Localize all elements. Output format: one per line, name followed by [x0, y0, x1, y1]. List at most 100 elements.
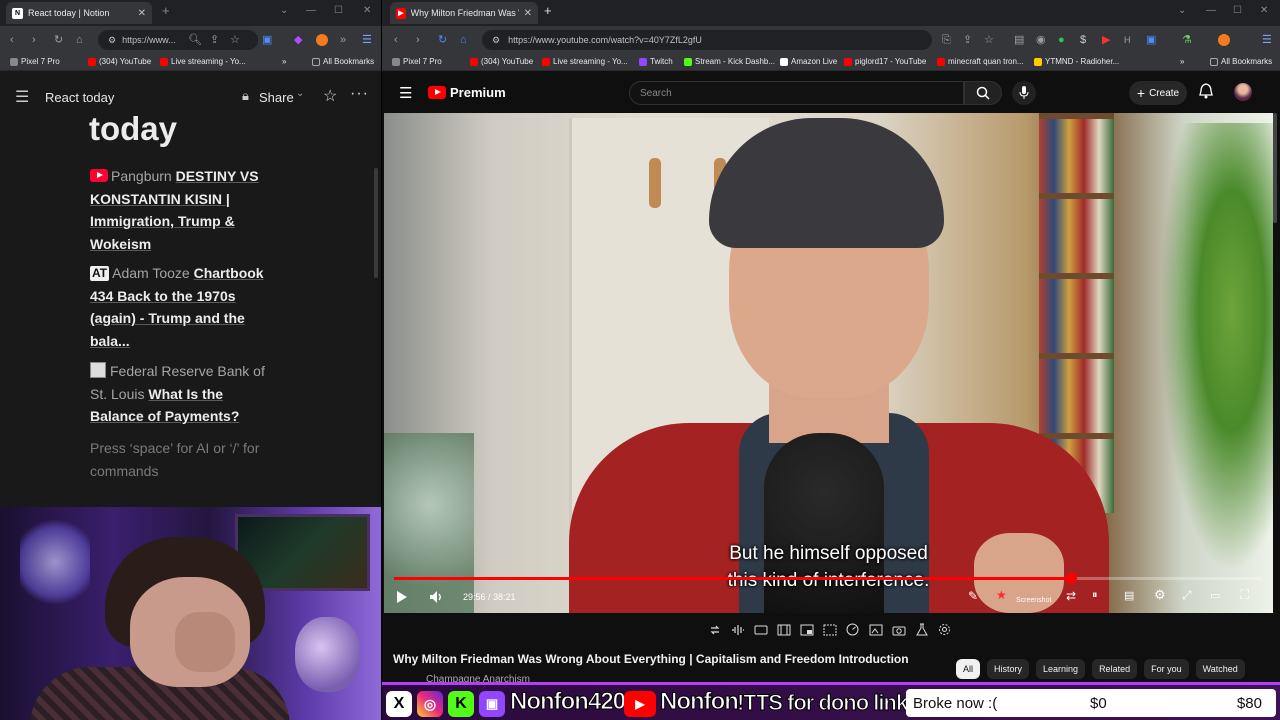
- close-window-icon[interactable]: ✕: [363, 5, 371, 16]
- extension-icon[interactable]: ▤: [1014, 33, 1024, 47]
- chip-related[interactable]: Related: [1092, 659, 1138, 679]
- miniplayer-icon[interactable]: ⤢: [1182, 588, 1192, 603]
- scrubber-handle[interactable]: [1066, 573, 1077, 584]
- chip-learning[interactable]: Learning: [1036, 659, 1086, 679]
- bookmark-youtube[interactable]: (304) YouTube: [88, 57, 151, 66]
- bookmark-live[interactable]: Live streaming - Yo...: [160, 57, 246, 66]
- bookmark-ytmnd[interactable]: YTMND - Radioher...: [1034, 57, 1119, 66]
- address-bar[interactable]: ⚙ https://www.youtube.com/watch?v=40Y7Zf…: [482, 30, 932, 50]
- maximize-icon[interactable]: ☐: [1233, 5, 1242, 16]
- bookmark-youtube[interactable]: (304) YouTube: [470, 57, 533, 66]
- extension-h-icon[interactable]: H: [1124, 33, 1131, 47]
- minimize-icon[interactable]: —: [306, 5, 316, 16]
- site-info-icon[interactable]: ⚙: [492, 35, 500, 46]
- grid-icon[interactable]: [821, 622, 838, 637]
- scrollbar[interactable]: [374, 168, 378, 278]
- film-icon[interactable]: [775, 622, 792, 637]
- close-tab-icon[interactable]: ✕: [138, 8, 146, 19]
- extension-settings-gear-icon[interactable]: [936, 622, 953, 637]
- forward-icon[interactable]: ›: [32, 33, 36, 47]
- audio-wave-icon[interactable]: [729, 622, 746, 637]
- extension-icon-2[interactable]: ◆: [294, 33, 302, 47]
- bookmark-twitch[interactable]: Twitch: [639, 57, 673, 66]
- back-icon[interactable]: ‹: [394, 33, 398, 47]
- extension-dollar-icon[interactable]: $: [1080, 33, 1086, 47]
- youtube-logo[interactable]: Premium: [428, 85, 506, 100]
- new-tab-icon[interactable]: +: [162, 3, 170, 18]
- home-icon[interactable]: ⌂: [460, 33, 467, 47]
- chip-for-you[interactable]: For you: [1144, 659, 1189, 679]
- extension-globe-icon[interactable]: ◉: [1036, 33, 1046, 47]
- scrollbar[interactable]: [1273, 113, 1277, 223]
- profile-avatar[interactable]: [316, 34, 328, 46]
- search-button[interactable]: [964, 81, 1002, 105]
- bookmarks-overflow-icon[interactable]: »: [282, 57, 286, 66]
- flask-icon[interactable]: [913, 622, 930, 637]
- share-page-icon[interactable]: ⇪: [963, 33, 972, 47]
- list-item[interactable]: AT Adam Tooze Chartbook 434 Back to the 1…: [90, 262, 280, 353]
- minimize-icon[interactable]: —: [1206, 5, 1216, 16]
- extension-grammar-icon[interactable]: ●: [1058, 33, 1065, 47]
- bookmark-star-icon[interactable]: ☆: [230, 33, 240, 47]
- chip-all[interactable]: All: [956, 659, 981, 679]
- chip-history[interactable]: History: [987, 659, 1030, 679]
- volume-button[interactable]: [428, 589, 444, 605]
- more-options-icon[interactable]: ···: [350, 85, 369, 103]
- pause-autoplay-icon[interactable]: ⏸: [1092, 589, 1098, 602]
- chip-watched[interactable]: Watched: [1195, 659, 1245, 679]
- share-button[interactable]: Share: [259, 90, 294, 105]
- bookmark-piglord[interactable]: piglord17 - YouTube: [844, 57, 926, 66]
- more-extensions-icon[interactable]: »: [340, 33, 346, 47]
- zoom-icon[interactable]: 🔍︎: [188, 33, 202, 47]
- create-button[interactable]: + Create: [1129, 81, 1187, 105]
- bookmark-live[interactable]: Live streaming - Yo...: [542, 57, 628, 66]
- close-window-icon[interactable]: ✕: [1260, 5, 1268, 16]
- list-item[interactable]: Pangburn DESTINY VS KONSTANTIN KISIN | I…: [90, 165, 280, 256]
- favorite-star-icon[interactable]: ☆: [323, 86, 337, 106]
- extension-icon[interactable]: ▣: [262, 33, 272, 47]
- reload-icon[interactable]: ↻: [54, 33, 63, 47]
- tab-youtube[interactable]: ▶ Why Milton Friedman Was Wro ✕: [390, 2, 538, 24]
- camera-icon[interactable]: [890, 622, 907, 637]
- site-info-icon[interactable]: ⚙: [108, 35, 116, 46]
- close-tab-icon[interactable]: ✕: [524, 8, 532, 19]
- sidebar-menu-icon[interactable]: ☰: [15, 87, 29, 107]
- speed-gauge-icon[interactable]: [844, 622, 861, 637]
- notifications-bell-icon[interactable]: [1199, 83, 1213, 99]
- new-tab-icon[interactable]: +: [544, 3, 552, 18]
- bookmark-kick[interactable]: Stream - Kick Dashb...: [684, 57, 775, 66]
- breadcrumb-page-title[interactable]: React today: [45, 90, 114, 105]
- captions-icon[interactable]: ▤: [1124, 589, 1134, 602]
- share-page-icon[interactable]: ⇪: [210, 33, 219, 47]
- profile-avatar[interactable]: [1218, 34, 1230, 46]
- bookmark-all[interactable]: All Bookmarks: [312, 57, 374, 66]
- star-icon[interactable]: ★: [996, 588, 1007, 602]
- settings-gear-icon[interactable]: ⚙: [1154, 587, 1166, 603]
- theater-mode-icon[interactable]: ▭: [1210, 589, 1220, 602]
- tab-search-icon[interactable]: ⌄: [1178, 5, 1186, 16]
- pencil-icon[interactable]: ✎: [968, 589, 978, 603]
- menu-icon[interactable]: ☰: [1262, 33, 1272, 47]
- reload-icon[interactable]: ↻: [438, 33, 447, 47]
- play-button[interactable]: [394, 589, 410, 605]
- image-frame-icon[interactable]: [867, 622, 884, 637]
- bookmark-star-icon[interactable]: ☆: [984, 33, 994, 47]
- chevron-down-icon[interactable]: ⌄: [296, 88, 304, 99]
- extension-youtube-icon[interactable]: ▶: [1102, 33, 1110, 47]
- maximize-icon[interactable]: ☐: [334, 5, 343, 16]
- loop-icon[interactable]: ⇄: [1066, 589, 1076, 603]
- repeat-icon[interactable]: [706, 622, 723, 637]
- block-placeholder[interactable]: Press ‘space’ for AI or ‘/’ for commands: [90, 437, 280, 482]
- bookmark-minecraft[interactable]: minecraft quan tron...: [937, 57, 1024, 66]
- cast-icon[interactable]: ⎘: [942, 33, 951, 47]
- search-input[interactable]: Search: [629, 81, 964, 105]
- fullscreen-icon[interactable]: ⛶: [1240, 587, 1249, 603]
- home-icon[interactable]: ⌂: [76, 33, 83, 47]
- bookmark-all[interactable]: All Bookmarks: [1210, 57, 1272, 66]
- bookmark-amazon[interactable]: Amazon Live: [780, 57, 837, 66]
- screen-capture-icon[interactable]: [752, 622, 769, 637]
- bookmark-pixel[interactable]: Pixel 7 Pro: [10, 57, 60, 66]
- tab-search-icon[interactable]: ⌄: [280, 5, 288, 16]
- extension-flask-icon[interactable]: ⚗: [1182, 33, 1192, 47]
- pip-icon[interactable]: [798, 622, 815, 637]
